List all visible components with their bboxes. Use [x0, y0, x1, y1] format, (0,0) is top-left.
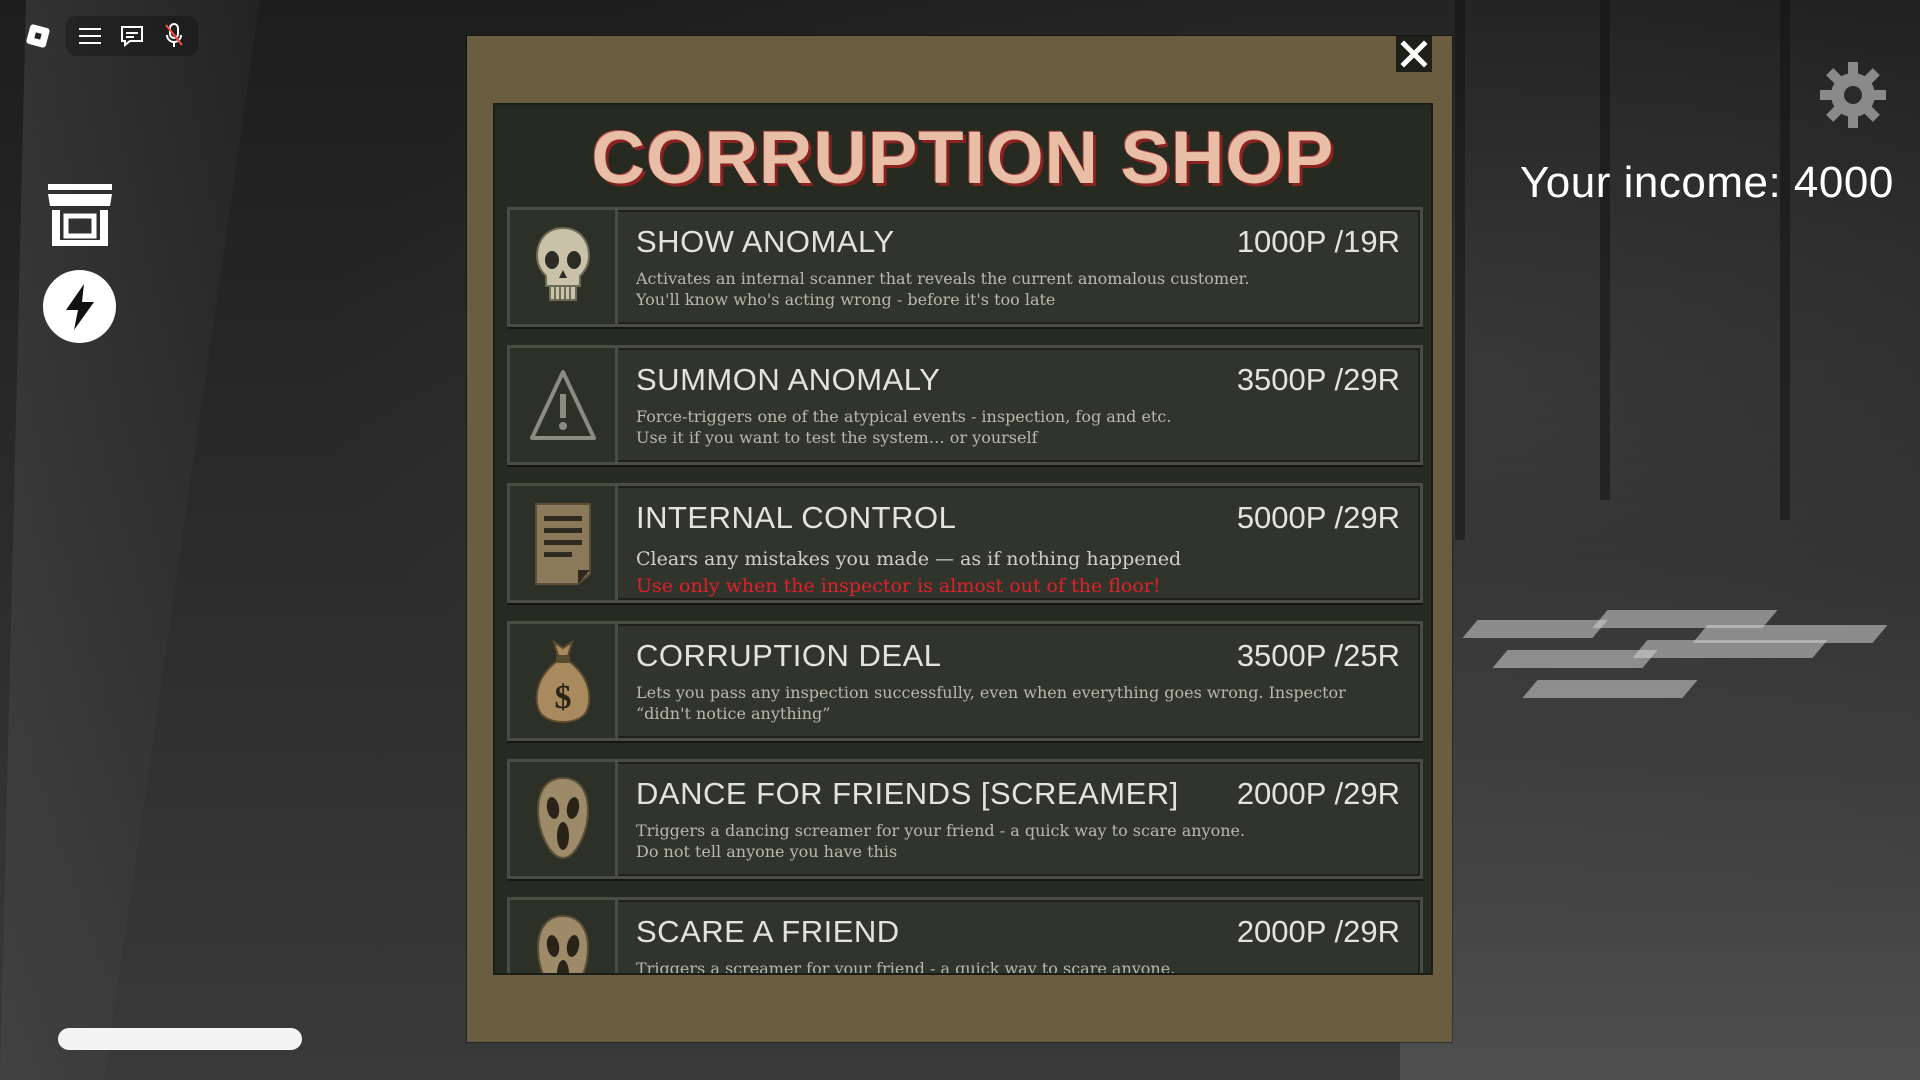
scream-mask-icon	[536, 914, 589, 973]
item-description: Triggers a dancing screamer for your fri…	[636, 820, 1400, 862]
lightning-bolt-icon	[65, 283, 94, 330]
document-icon	[534, 503, 591, 585]
tree-trunk	[1600, 0, 1610, 500]
skull-icon	[535, 226, 590, 301]
item-icon-box	[510, 900, 618, 973]
income-display: Your income: 4000	[1520, 158, 1894, 207]
item-description: Clears any mistakes you made — as if not…	[636, 546, 1400, 600]
shop-panel: CORRUPTION SHOP SHOW ANOMALY 1000P /19R …	[493, 103, 1433, 975]
shop-item-dance-for-friends[interactable]: DANCE FOR FRIENDS [SCREAMER] 2000P /29R …	[507, 759, 1423, 879]
item-description-line: You'll know who's acting wrong - before …	[636, 290, 1056, 309]
item-price: 3500P /25R	[1236, 638, 1400, 673]
chat-icon	[121, 26, 143, 47]
microphone-muted-icon	[165, 23, 183, 47]
shop-item-summon-anomaly[interactable]: SUMMON ANOMALY 3500P /29R Force-triggers…	[507, 345, 1423, 465]
item-price: 5000P /29R	[1236, 500, 1400, 535]
item-description-line: Triggers a dancing screamer for your fri…	[636, 821, 1246, 840]
item-icon-box	[510, 762, 618, 876]
item-price: 1000P /19R	[1236, 224, 1400, 259]
item-icon-box	[510, 210, 618, 324]
shop-item-list: SHOW ANOMALY 1000P /19R Activates an int…	[507, 207, 1423, 975]
svg-text:$: $	[554, 679, 571, 716]
crosswalk-stripe	[1522, 680, 1698, 698]
roblox-menu-button[interactable]	[20, 18, 56, 54]
item-icon-box	[510, 348, 618, 462]
roblox-logo-icon	[25, 23, 51, 49]
item-description-line: “didn't notice anything”	[636, 704, 831, 723]
shop-item-internal-control[interactable]: INTERNAL CONTROL 5000P /29R Clears any m…	[507, 483, 1423, 603]
close-icon	[1400, 40, 1428, 68]
item-description-line: Force-triggers one of the atypical event…	[636, 407, 1172, 426]
shop-item-corruption-deal[interactable]: $ CORRUPTION DEAL 3500P /25R Lets you pa…	[507, 621, 1423, 741]
settings-button[interactable]	[1818, 60, 1888, 130]
money-bag-icon: $	[535, 639, 590, 724]
hamburger-menu-icon	[79, 28, 101, 44]
tree-trunk	[1455, 0, 1465, 540]
roblox-topbar	[20, 16, 198, 56]
item-description-line: Triggers a screamer for your friend - a …	[636, 959, 1176, 975]
item-description-line: Do not tell anyone you have this	[636, 842, 898, 861]
item-icon-box	[510, 486, 618, 600]
item-description-line: Use it if you want to test the system… o…	[636, 428, 1038, 447]
warning-triangle-icon	[529, 370, 596, 440]
close-button[interactable]	[1396, 36, 1432, 72]
gear-icon	[1820, 62, 1886, 128]
progress-bar	[58, 1028, 302, 1050]
crosswalk-stripe	[1692, 625, 1888, 643]
item-icon-box: $	[510, 624, 618, 738]
item-price: 2000P /29R	[1236, 914, 1400, 949]
item-description: Lets you pass any inspection successfull…	[636, 682, 1400, 724]
tree-trunk	[1780, 0, 1790, 520]
item-description-line: Activates an internal scanner that revea…	[636, 269, 1250, 288]
item-price: 3500P /29R	[1236, 362, 1400, 397]
hamburger-menu-button[interactable]	[72, 18, 108, 54]
shop-item-scare-a-friend[interactable]: SCARE A FRIEND 2000P /29R Triggers a scr…	[507, 897, 1423, 975]
light-beam	[0, 0, 260, 1080]
voice-chat-button[interactable]	[156, 18, 192, 54]
crosswalk-stripe	[1492, 650, 1658, 668]
scream-mask-icon	[536, 776, 589, 860]
crosswalk-stripe	[1462, 620, 1608, 638]
item-description-line: Lets you pass any inspection successfull…	[636, 683, 1346, 702]
boost-button[interactable]	[43, 270, 116, 343]
item-warning-text: Use only when the inspector is almost ou…	[636, 575, 1161, 597]
topbar-pill	[66, 16, 198, 56]
shop-item-show-anomaly[interactable]: SHOW ANOMALY 1000P /19R Activates an int…	[507, 207, 1423, 327]
item-description: Force-triggers one of the atypical event…	[636, 406, 1400, 448]
shop-open-button[interactable]	[44, 180, 116, 252]
store-icon	[48, 184, 112, 246]
item-price: 2000P /29R	[1236, 776, 1400, 811]
shop-title: CORRUPTION SHOP	[591, 116, 1335, 199]
item-description-line: Clears any mistakes you made — as if not…	[636, 548, 1182, 570]
chat-button[interactable]	[114, 18, 150, 54]
item-description: Activates an internal scanner that revea…	[636, 268, 1400, 310]
item-description: Triggers a screamer for your friend - a …	[636, 958, 1400, 975]
